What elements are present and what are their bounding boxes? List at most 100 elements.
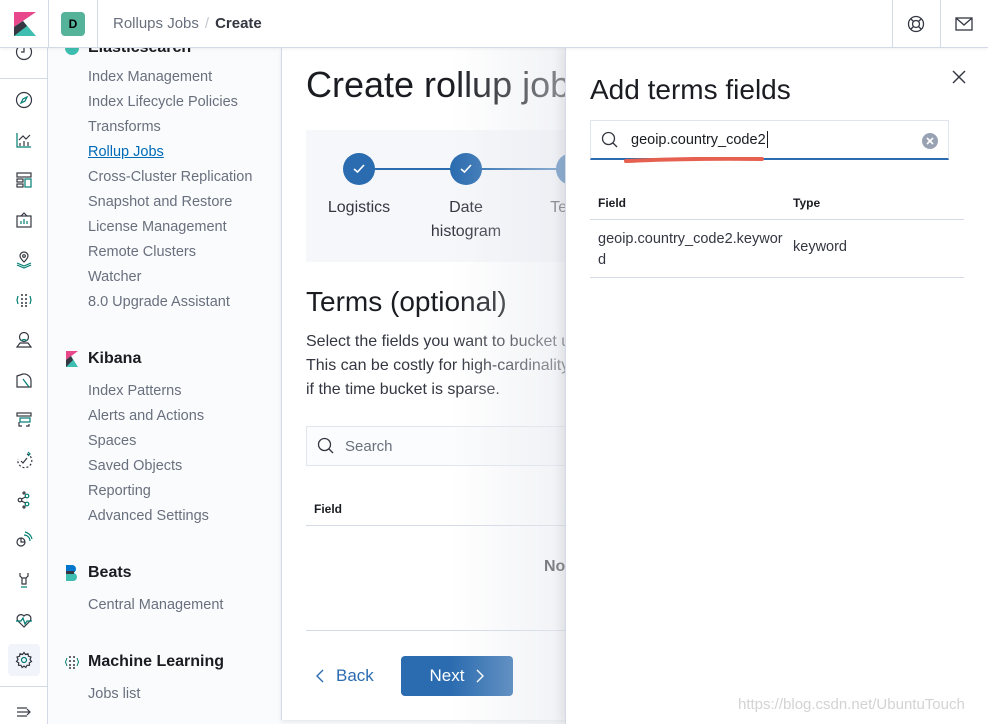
annotation-underline	[624, 157, 764, 163]
row-field-name: geoip.country_code2.keyword	[598, 231, 783, 268]
management-icon[interactable]	[14, 650, 34, 670]
top-header: D Rollups Jobs / Create	[0, 0, 988, 48]
back-button-label: Back	[336, 666, 374, 685]
kibana-logo-icon[interactable]	[14, 12, 36, 36]
header-divider	[940, 0, 941, 48]
flyout-title: Add terms fields	[590, 74, 791, 105]
sidenav-item-saved-objects[interactable]: Saved Objects	[64, 454, 209, 479]
sidenav-item-cross-cluster-replication[interactable]: Cross-Cluster Replication	[64, 165, 252, 190]
step-logistics[interactable]	[343, 153, 375, 185]
stack-monitoring-icon[interactable]	[14, 610, 34, 630]
space-avatar[interactable]: D	[61, 12, 85, 36]
beats-logo-icon	[66, 565, 77, 581]
sidenav-item-transforms[interactable]: Transforms	[64, 115, 252, 140]
sidenav-item-central-management[interactable]: Central Management	[64, 593, 223, 618]
search-value: geoip.country_code2	[631, 131, 766, 148]
text-caret	[766, 130, 768, 148]
flyout-table-header: Field Type	[590, 186, 964, 220]
table-row[interactable]: geoip.country_code2.keyword keyword	[590, 220, 964, 278]
step-label-line: Date	[449, 199, 483, 216]
sidenav-group-label: Beats	[88, 564, 132, 581]
check-icon	[460, 164, 472, 174]
management-sidenav: Elasticsearch Index Management Index Lif…	[48, 48, 280, 724]
header-divider	[97, 0, 98, 48]
create-rollup-page: Create rollup job Logistics Date histogr…	[281, 48, 581, 720]
sidenav-group-elasticsearch: Elasticsearch Index Management Index Lif…	[64, 48, 252, 315]
description-line: if the time bucket is sparse.	[306, 381, 500, 398]
newsfeed-icon[interactable]	[954, 14, 974, 34]
chevron-left-icon	[316, 669, 324, 683]
maps-icon[interactable]	[14, 250, 34, 270]
siem-icon[interactable]	[14, 490, 34, 510]
add-terms-flyout: Add terms fields geoip.country_code2 Fie…	[565, 48, 988, 724]
sidenav-item-alerts-and-actions[interactable]: Alerts and Actions	[64, 404, 209, 429]
sidenav-group-kibana: Kibana Index Patterns Alerts and Actions…	[64, 347, 209, 529]
apm-icon[interactable]	[14, 410, 34, 430]
table-divider	[306, 630, 581, 631]
close-icon[interactable]	[952, 70, 966, 84]
breadcrumb-separator: /	[204, 15, 210, 32]
visualize-icon[interactable]	[14, 130, 34, 150]
sidenav-group-title: Machine Learning	[64, 650, 224, 674]
step-label: Date histogram	[411, 196, 521, 244]
sidenav-group-title: Beats	[64, 561, 223, 585]
discover-icon[interactable]	[14, 90, 34, 110]
sidenav-item-watcher[interactable]: Watcher	[64, 265, 252, 290]
sidenav-item-index-patterns[interactable]: Index Patterns	[64, 379, 209, 404]
step-label-line: histogram	[430, 223, 502, 240]
flyout-search-input[interactable]: geoip.country_code2	[590, 120, 949, 160]
help-icon[interactable]	[906, 14, 926, 34]
clear-icon	[926, 137, 934, 145]
terms-title: Terms (optional)	[306, 286, 507, 317]
sidenav-group-label: Machine Learning	[88, 653, 225, 670]
sidenav-group-title: Elasticsearch	[64, 48, 252, 60]
header-divider	[48, 0, 49, 48]
logs-icon[interactable]	[14, 370, 34, 390]
collapse-icon[interactable]	[14, 702, 34, 722]
sidenav-item-upgrade-assistant[interactable]: 8.0 Upgrade Assistant	[64, 290, 252, 315]
next-button[interactable]: Next	[401, 656, 513, 696]
rail-divider	[0, 686, 48, 687]
sidenav-item-spaces[interactable]: Spaces	[64, 429, 209, 454]
machine-learning-icon[interactable]	[14, 290, 34, 310]
watermark: https://blog.csdn.net/UbuntuTouch	[738, 696, 965, 713]
sidenav-group-label: Elasticsearch	[88, 48, 191, 57]
sidenav-item-rollup-jobs[interactable]: Rollup Jobs	[64, 140, 252, 165]
page-title: Create rollup job	[306, 64, 571, 105]
clear-search-button[interactable]	[922, 133, 938, 149]
sidenav-item-snapshot-and-restore[interactable]: Snapshot and Restore	[64, 190, 252, 215]
terms-search-input[interactable]: Search	[306, 426, 581, 466]
metrics-icon[interactable]	[14, 330, 34, 350]
dev-tools-icon[interactable]	[14, 570, 34, 590]
check-icon	[353, 164, 365, 174]
sidenav-group-title: Kibana	[64, 347, 209, 371]
elasticsearch-logo-icon	[65, 48, 79, 55]
sidenav-item-reporting[interactable]: Reporting	[64, 479, 209, 504]
sidenav-item-remote-clusters[interactable]: Remote Clusters	[64, 240, 252, 265]
kibana-logo-icon	[66, 351, 78, 367]
sidenav-item-advanced-settings[interactable]: Advanced Settings	[64, 504, 209, 529]
terms-table-header-field[interactable]: Field	[306, 492, 581, 526]
dashboard-icon[interactable]	[14, 170, 34, 190]
sidenav-group-beats: Beats Central Management	[64, 561, 223, 618]
canvas-icon[interactable]	[14, 210, 34, 230]
uptime-icon[interactable]	[14, 450, 34, 470]
search-placeholder: Search	[345, 437, 393, 455]
sidenav-item-index-management[interactable]: Index Management	[64, 65, 252, 90]
graph-icon[interactable]	[14, 530, 34, 550]
sidenav-item-jobs-list[interactable]: Jobs list	[64, 682, 224, 707]
steps-panel: Logistics Date histogram Terms	[306, 130, 581, 262]
sidenav-item-index-lifecycle-policies[interactable]: Index Lifecycle Policies	[64, 90, 252, 115]
next-button-label: Next	[429, 666, 465, 685]
rail-divider	[0, 78, 48, 79]
terms-description: Select the fields you want to bucket usi…	[306, 330, 581, 402]
sidenav-item-license-management[interactable]: License Management	[64, 215, 252, 240]
search-icon	[601, 131, 618, 147]
sidenav-group-machine-learning: Machine Learning Jobs list	[64, 650, 224, 707]
column-header-type[interactable]: Type	[793, 196, 820, 210]
column-header-field[interactable]: Field	[598, 196, 626, 210]
back-button[interactable]: Back	[316, 656, 374, 696]
chevron-right-icon	[476, 669, 485, 683]
step-date-histogram[interactable]	[450, 153, 482, 185]
breadcrumb-rollup-jobs[interactable]: Rollups Jobs	[113, 15, 199, 32]
